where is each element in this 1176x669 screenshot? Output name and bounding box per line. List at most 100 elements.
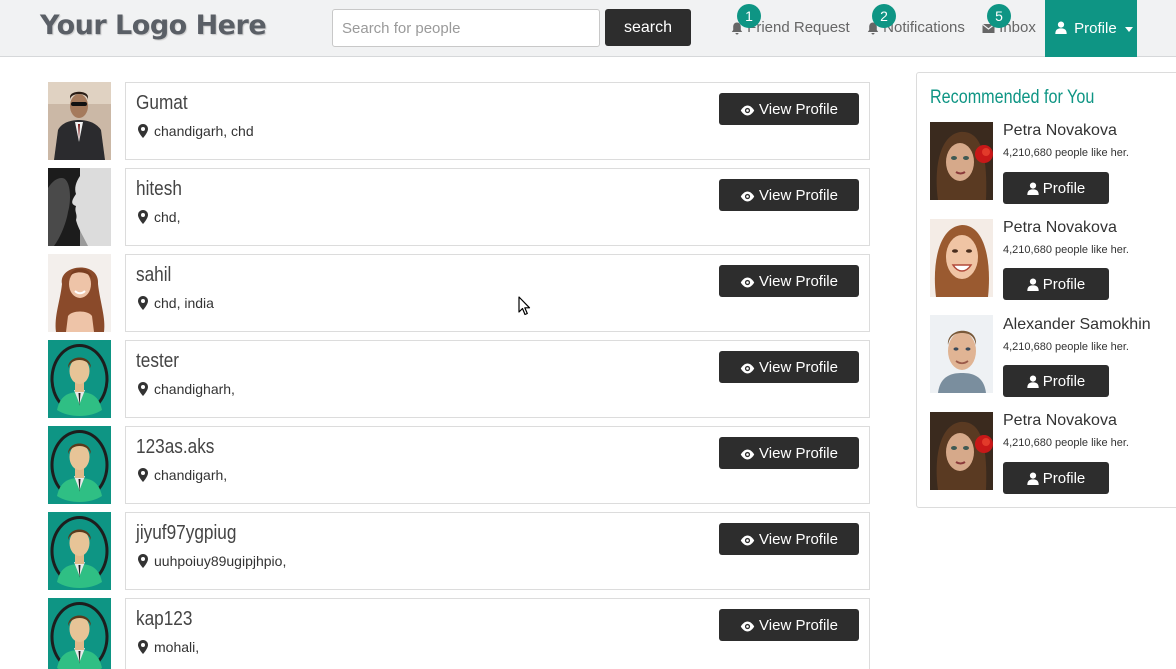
person-name[interactable]: hitesh: [136, 178, 182, 201]
recommended-panel: Recommended for You Petra Novakova 4,210…: [916, 72, 1176, 508]
notifications-badge: 2: [872, 4, 896, 28]
person-avatar[interactable]: [48, 512, 111, 590]
nav-inbox[interactable]: 5 Inbox: [982, 4, 1036, 39]
recommended-profile-button[interactable]: Profile: [1003, 172, 1109, 204]
recommended-avatar[interactable]: [930, 122, 993, 200]
site-logo[interactable]: Your Logo Here: [40, 10, 267, 41]
view-profile-button[interactable]: View Profile: [719, 523, 859, 555]
recommended-title: Recommended for You: [930, 87, 1095, 108]
woman-rose-photo: [930, 412, 993, 490]
person-card: kap123 mohali, View Profile: [125, 598, 870, 669]
person-card: tester chandigharh, View Profile: [125, 340, 870, 418]
eye-icon: [740, 105, 755, 115]
nav-friend-request[interactable]: 1 Friend Request: [731, 4, 850, 39]
view-profile-button[interactable]: View Profile: [719, 179, 859, 211]
top-navbar: Your Logo Here search 1 Friend Request 2…: [0, 0, 1176, 57]
profile-dropdown[interactable]: Profile: [1045, 0, 1137, 57]
map-marker-icon: [138, 210, 148, 224]
person-name[interactable]: 123as.aks: [136, 436, 214, 459]
person-name[interactable]: Gumat: [136, 92, 188, 115]
eye-icon: [740, 363, 755, 373]
map-marker-icon: [138, 640, 148, 654]
map-marker-icon: [138, 554, 148, 568]
recommended-name[interactable]: Petra Novakova: [1003, 412, 1117, 430]
people-search-input[interactable]: [332, 9, 600, 47]
person-avatar[interactable]: [48, 254, 111, 332]
recommended-likes: 4,210,680 people like her.: [1003, 437, 1129, 449]
view-profile-label: View Profile: [759, 100, 838, 118]
person-avatar[interactable]: [48, 598, 111, 669]
face-profile-photo: [48, 168, 111, 246]
recommended-profile-button[interactable]: Profile: [1003, 268, 1109, 300]
person-card: 123as.aks chandigarh, View Profile: [125, 426, 870, 504]
recommended-avatar[interactable]: [930, 219, 993, 297]
person-location: chandigharh,: [138, 381, 235, 397]
person-location: mohali,: [138, 639, 199, 655]
map-marker-icon: [138, 296, 148, 310]
person-card: jiyuf97ygpiug uuhpoiuy89ugipjhpio, View …: [125, 512, 870, 590]
man-photo: [930, 315, 993, 393]
caret-down-icon: [1124, 26, 1133, 32]
recommended-name[interactable]: Petra Novakova: [1003, 219, 1117, 237]
recommended-profile-label: Profile: [1042, 469, 1086, 487]
person-location-text: uuhpoiuy89ugipjhpio,: [154, 553, 287, 569]
woman-rose-photo: [930, 122, 993, 200]
view-profile-button[interactable]: View Profile: [719, 265, 859, 297]
person-avatar[interactable]: [48, 340, 111, 418]
eye-icon: [740, 621, 755, 631]
recommended-likes: 4,210,680 people like her.: [1003, 244, 1129, 256]
recommended-avatar[interactable]: [930, 315, 993, 393]
person-location: chandigarh, chd: [138, 123, 254, 139]
person-card: sahil chd, india View Profile: [125, 254, 870, 332]
person-card: Gumat chandigarh, chd View Profile: [125, 82, 870, 160]
person-name[interactable]: tester: [136, 350, 179, 373]
man-suit-photo: [48, 82, 111, 160]
person-location: uuhpoiuy89ugipjhpio,: [138, 553, 286, 569]
woman-smile-photo: [930, 219, 993, 297]
search-button[interactable]: search: [605, 9, 691, 46]
person-name[interactable]: kap123: [136, 608, 192, 631]
inbox-badge: 5: [987, 4, 1011, 28]
recommended-name[interactable]: Petra Novakova: [1003, 122, 1117, 140]
person-location-text: chd,: [154, 209, 181, 225]
person-location-text: chd, india: [154, 295, 214, 311]
user-icon: [1027, 375, 1039, 388]
eye-icon: [740, 535, 755, 545]
person-name[interactable]: sahil: [136, 264, 171, 287]
recommended-profile-button[interactable]: Profile: [1003, 462, 1109, 494]
recommended-likes: 4,210,680 people like her.: [1003, 341, 1129, 353]
person-location: chd, india: [138, 295, 214, 311]
map-marker-icon: [138, 468, 148, 482]
person-avatar[interactable]: [48, 168, 111, 246]
nav-notifications-label: Notifications: [883, 19, 965, 36]
default-avatar-icon: [48, 426, 111, 504]
eye-icon: [740, 277, 755, 287]
recommended-avatar[interactable]: [930, 412, 993, 490]
nav-friend-request-label: Friend Request: [747, 19, 850, 36]
person-avatar[interactable]: [48, 426, 111, 504]
user-icon: [1027, 182, 1039, 195]
person-location: chandigarh,: [138, 467, 227, 483]
person-avatar[interactable]: [48, 82, 111, 160]
person-location: chd,: [138, 209, 180, 225]
view-profile-button[interactable]: View Profile: [719, 351, 859, 383]
mouse-cursor-icon: [518, 296, 531, 316]
person-card: hitesh chd, View Profile: [125, 168, 870, 246]
nav-notifications[interactable]: 2 Notifications: [867, 4, 965, 39]
recommended-likes: 4,210,680 people like her.: [1003, 147, 1129, 159]
person-name[interactable]: jiyuf97ygpiug: [136, 522, 236, 545]
view-profile-label: View Profile: [759, 444, 838, 462]
map-marker-icon: [138, 124, 148, 138]
user-icon: [1055, 21, 1067, 34]
recommended-name[interactable]: Alexander Samokhin: [1003, 316, 1151, 334]
view-profile-button[interactable]: View Profile: [719, 609, 859, 641]
recommended-profile-label: Profile: [1042, 275, 1086, 293]
woman-photo: [48, 254, 111, 332]
person-location-text: chandigarh, chd: [154, 123, 254, 139]
eye-icon: [740, 449, 755, 459]
default-avatar-icon: [48, 598, 111, 669]
view-profile-button[interactable]: View Profile: [719, 437, 859, 469]
recommended-profile-button[interactable]: Profile: [1003, 365, 1109, 397]
view-profile-button[interactable]: View Profile: [719, 93, 859, 125]
eye-icon: [740, 191, 755, 201]
